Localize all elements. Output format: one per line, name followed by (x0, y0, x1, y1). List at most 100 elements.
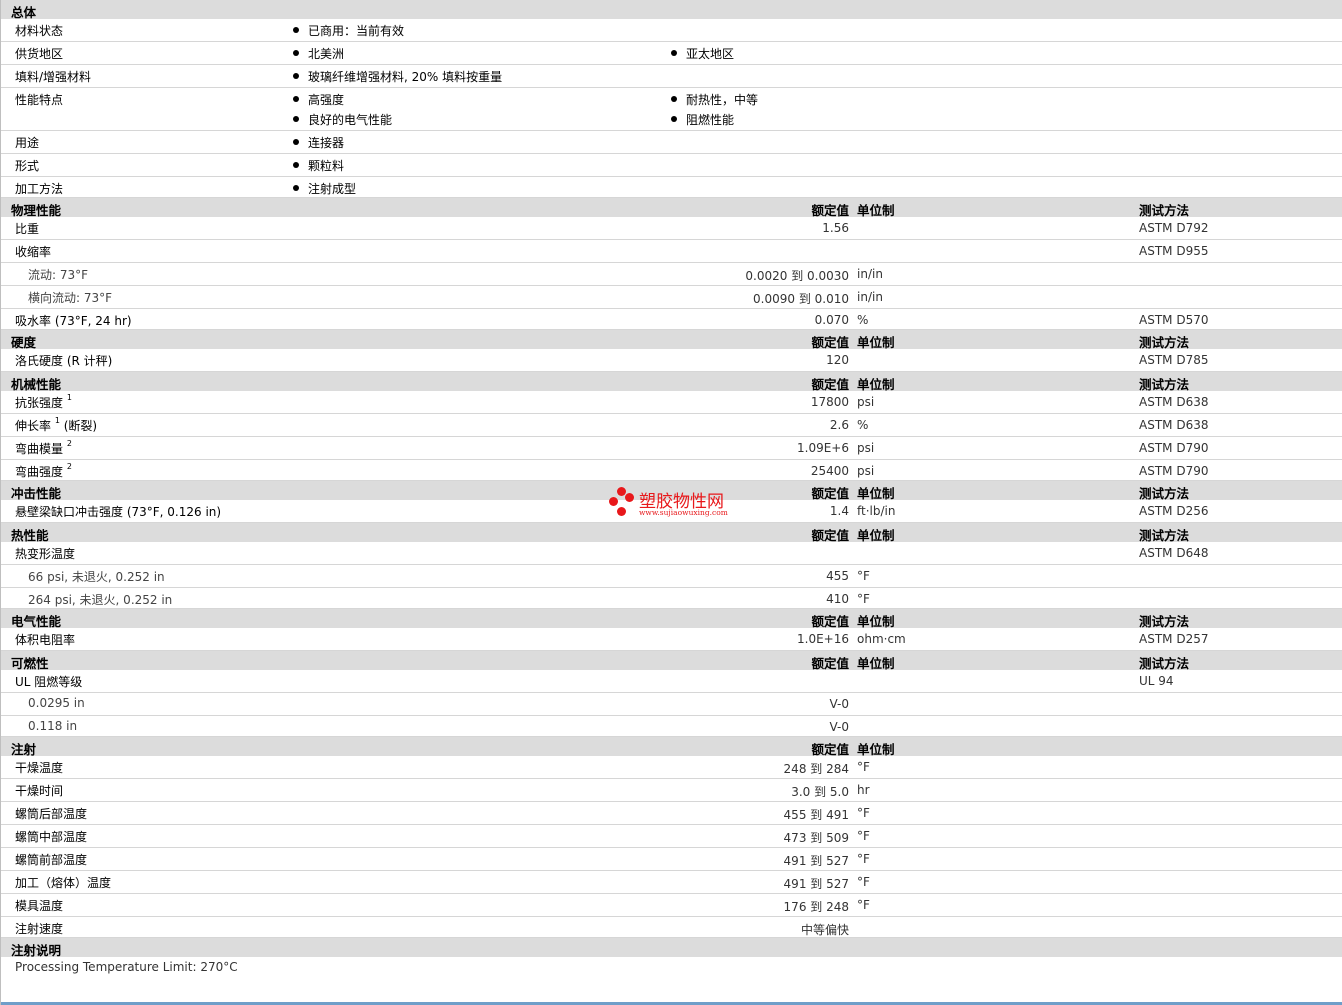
property-unit: °F (857, 898, 870, 912)
property-value: 491 到 527 (783, 877, 849, 891)
bullet-item: 注射成型 (293, 180, 356, 197)
property-row: 弯曲强度 2 25400 psi ASTM D790 (1, 460, 1342, 481)
property-label: 螺筒后部温度 (15, 807, 88, 821)
bullet-item: 北美洲 (293, 45, 344, 62)
property-row: 干燥时间 3.0 到 5.0 hr (1, 779, 1342, 802)
property-row: 流动: 73°F 0.0020 到 0.0030 in/in (1, 263, 1342, 286)
section-header-hardness: 硬度 额定值 单位制 测试方法 (1, 330, 1342, 350)
property-unit: psi (857, 395, 875, 409)
property-label: 伸长率 1 (断裂) (15, 416, 98, 433)
test-method: ASTM D785 (1139, 353, 1209, 367)
property-value: 248 到 284 (783, 762, 849, 776)
bullet-icon (293, 96, 299, 102)
section-header-flammability: 可燃性 额定值 单位制 测试方法 (1, 651, 1342, 671)
notes-row: Processing Temperature Limit: 270°C (1, 957, 1342, 979)
property-row: 抗张强度 1 17800 psi ASTM D638 (1, 391, 1342, 414)
property-unit: ohm·cm (857, 632, 906, 646)
bullet-icon (293, 27, 299, 33)
section-header-general: 总体 (1, 0, 1342, 20)
property-unit: °F (857, 852, 870, 866)
section-header-mechanical: 机械性能 额定值 单位制 测试方法 (1, 372, 1342, 392)
property-unit: in/in (857, 290, 883, 304)
property-label: 干燥时间 (15, 784, 64, 798)
test-method: ASTM D790 (1139, 441, 1209, 455)
property-label: 吸水率 (73°F, 24 hr) (15, 314, 132, 328)
property-label: 供货地区 (15, 47, 64, 61)
property-row: 模具温度 176 到 248 °F (1, 894, 1342, 917)
property-row: 性能特点 高强度 耐热性，中等 良好的电气性能 阻燃性能 (1, 88, 1342, 131)
property-unit: °F (857, 569, 870, 583)
property-label: 悬壁梁缺口冲击强度 (73°F, 0.126 in) (15, 505, 222, 519)
test-method: ASTM D638 (1139, 395, 1209, 409)
footnote-marker: 2 (66, 462, 72, 471)
bullet-icon (293, 185, 299, 191)
property-label: 体积电阻率 (15, 633, 76, 647)
bullet-item: 高强度 (293, 91, 344, 108)
property-unit: °F (857, 760, 870, 774)
property-unit: hr (857, 783, 870, 797)
property-row: 干燥温度 248 到 284 °F (1, 756, 1342, 779)
property-row: 洛氏硬度 (R 计秤) 120 ASTM D785 (1, 349, 1342, 372)
property-unit: psi (857, 464, 875, 478)
property-label: 收缩率 (15, 245, 52, 259)
bullet-icon (293, 50, 299, 56)
bullet-item: 亚太地区 (671, 45, 734, 62)
property-unit: % (857, 418, 869, 432)
property-label: 模具温度 (15, 899, 64, 913)
property-value: 455 到 491 (783, 808, 849, 822)
test-method: ASTM D257 (1139, 632, 1209, 646)
test-method: ASTM D638 (1139, 418, 1209, 432)
property-label: 抗张强度 1 (15, 393, 72, 410)
property-row: 吸水率 (73°F, 24 hr) 0.070 % ASTM D570 (1, 309, 1342, 330)
section-header-physical: 物理性能 额定值 单位制 测试方法 (1, 198, 1342, 218)
section-header-thermal: 热性能 额定值 单位制 测试方法 (1, 523, 1342, 543)
property-sublabel: 0.118 in (28, 719, 78, 733)
property-label: 螺筒前部温度 (15, 853, 88, 867)
property-unit: °F (857, 875, 870, 889)
test-method: ASTM D790 (1139, 464, 1209, 478)
property-row: 264 psi, 未退火, 0.252 in 410 °F (1, 588, 1342, 609)
bullet-icon (293, 73, 299, 79)
test-method: ASTM D955 (1139, 244, 1209, 258)
property-row: 螺筒中部温度 473 到 509 °F (1, 825, 1342, 848)
property-unit: °F (857, 592, 870, 606)
property-row: 供货地区 北美洲 亚太地区 (1, 42, 1342, 65)
property-row: 用途 连接器 (1, 131, 1342, 154)
property-row: 伸长率 1 (断裂) 2.6 % ASTM D638 (1, 414, 1342, 437)
property-label: 螺筒中部温度 (15, 830, 88, 844)
property-value: V-0 (829, 697, 849, 711)
property-label: 用途 (15, 136, 40, 150)
property-row: 横向流动: 73°F 0.0090 到 0.010 in/in (1, 286, 1342, 309)
property-value: 120 (826, 353, 849, 367)
property-row: 注射速度 中等偏快 (1, 917, 1342, 938)
logo-dots-icon (609, 487, 635, 519)
property-value: 176 到 248 (783, 900, 849, 914)
datasheet: 总体 材料状态 已商用：当前有效 供货地区 北美洲 亚太地区 填料/增强材料 玻… (0, 0, 1342, 1005)
property-label: 弯曲模量 2 (15, 439, 72, 456)
property-row: 0.118 in V-0 (1, 716, 1342, 737)
property-row: 热变形温度 ASTM D648 (1, 542, 1342, 565)
bullet-item: 耐热性，中等 (671, 91, 758, 108)
property-sublabel: 流动: 73°F (28, 268, 89, 282)
property-value: 中等偏快 (800, 923, 849, 937)
property-label: 加工方法 (15, 182, 64, 196)
bullet-item: 玻璃纤维增强材料, 20% 填料按重量 (293, 68, 502, 85)
property-value: V-0 (829, 720, 849, 734)
section-header-injection-notes: 注射说明 (1, 938, 1342, 958)
property-sublabel: 0.0295 in (28, 696, 85, 710)
property-row: 体积电阻率 1.0E+16 ohm·cm ASTM D257 (1, 628, 1342, 651)
property-label: 热变形温度 (15, 547, 76, 561)
property-row: 弯曲模量 2 1.09E+6 psi ASTM D790 (1, 437, 1342, 460)
property-label: 填料/增强材料 (15, 70, 92, 84)
test-method: ASTM D570 (1139, 313, 1209, 327)
property-row: 收缩率 ASTM D955 (1, 240, 1342, 263)
property-unit: °F (857, 806, 870, 820)
property-row: 66 psi, 未退火, 0.252 in 455 °F (1, 565, 1342, 588)
property-label: 洛氏硬度 (R 计秤) (15, 354, 113, 368)
bullet-item: 已商用：当前有效 (293, 22, 404, 39)
property-row: 形式 颗粒料 (1, 154, 1342, 177)
property-value: 0.070 (814, 313, 849, 327)
property-value: 0.0020 到 0.0030 (745, 269, 849, 283)
bullet-item: 良好的电气性能 (293, 111, 392, 128)
property-row: 比重 1.56 ASTM D792 (1, 217, 1342, 240)
